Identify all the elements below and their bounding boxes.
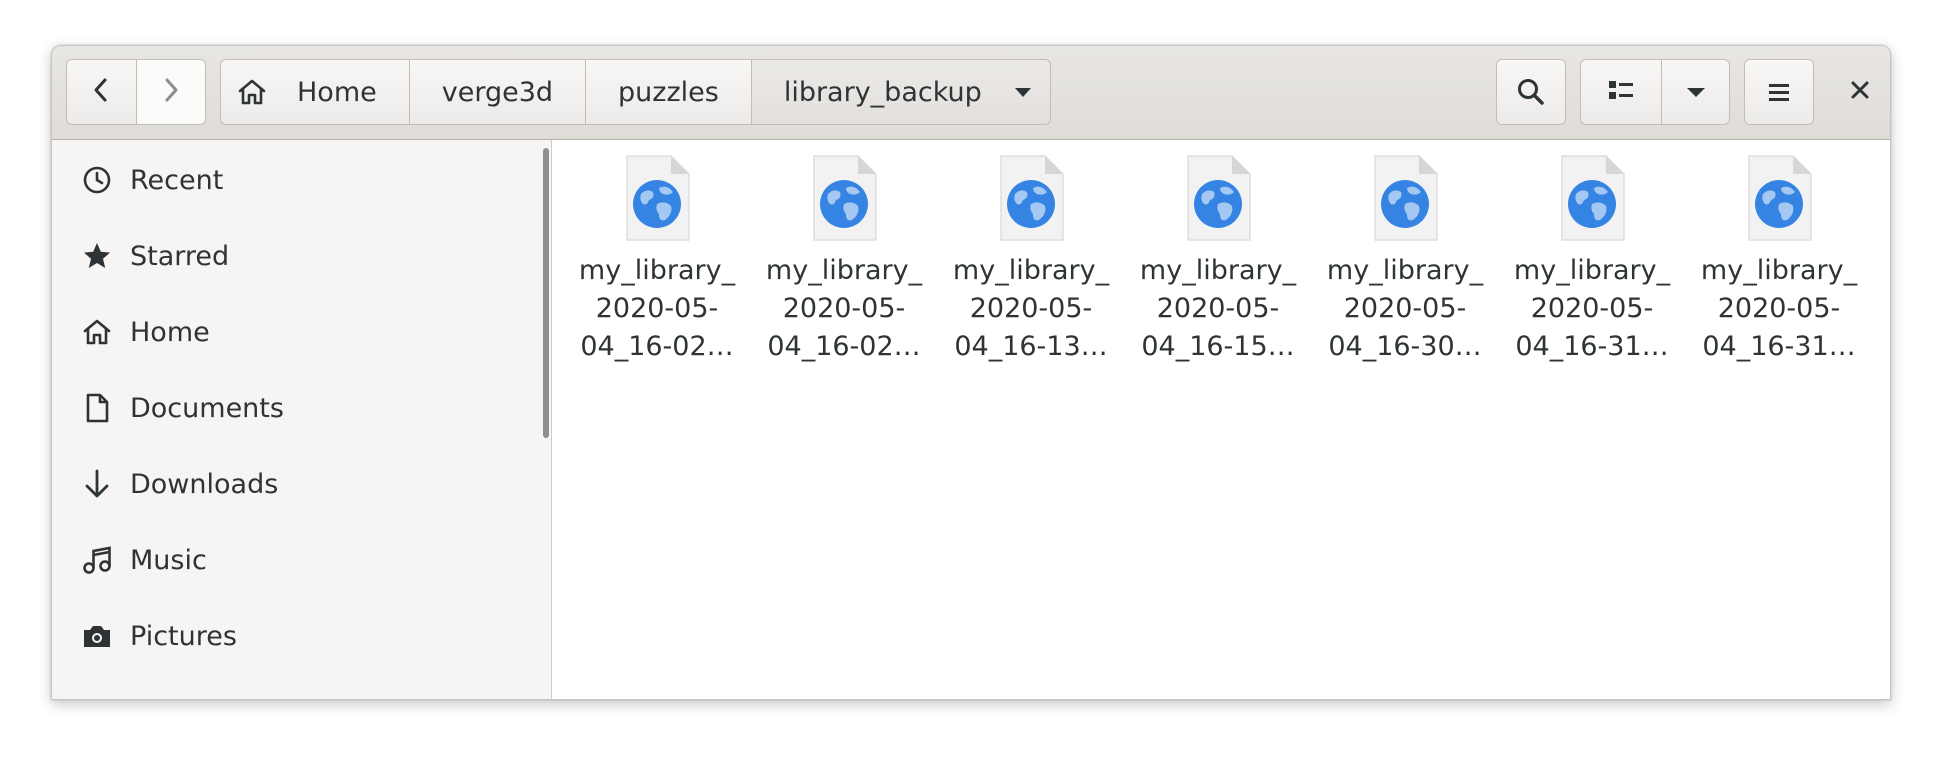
html-globe-file-icon — [1365, 154, 1445, 244]
search-icon — [1516, 77, 1546, 107]
header-bar: Home verge3d puzzles library_backup — [52, 46, 1890, 140]
path-crumb-label: library_backup — [783, 76, 982, 108]
search-button[interactable] — [1496, 59, 1566, 125]
path-crumb-home[interactable]: Home — [220, 59, 410, 125]
home-icon — [237, 78, 267, 106]
html-globe-file-icon — [1178, 154, 1258, 244]
sidebar-scrollbar[interactable] — [543, 148, 549, 438]
music-note-icon — [82, 545, 112, 575]
file-name: my_library_ 2020-05- 04_16-02… — [578, 255, 736, 362]
star-icon — [82, 241, 112, 271]
file-name: my_library_ 2020-05- 04_16-31… — [1513, 255, 1671, 362]
camera-icon — [82, 621, 112, 651]
html-globe-file-icon — [804, 154, 884, 244]
path-crumb-verge3d[interactable]: verge3d — [409, 59, 587, 125]
sidebar-item-starred[interactable]: Starred — [52, 226, 544, 286]
file-name: my_library_ 2020-05- 04_16-30… — [1326, 255, 1484, 362]
menu-button[interactable] — [1744, 59, 1814, 125]
sidebar-item-home[interactable]: Home — [52, 302, 544, 362]
home-icon — [82, 317, 112, 347]
html-globe-file-icon — [1739, 154, 1819, 244]
path-crumb-label: puzzles — [618, 76, 719, 108]
navigation-buttons — [66, 59, 206, 125]
close-icon — [1850, 80, 1870, 104]
sidebar-item-documents[interactable]: Documents — [52, 378, 544, 438]
sidebar-item-label: Pictures — [130, 620, 237, 652]
back-arrow-icon — [90, 77, 112, 107]
forward-arrow-icon — [160, 77, 182, 107]
path-crumb-library-backup[interactable]: library_backup — [751, 59, 1051, 125]
file-name: my_library_ 2020-05- 04_16-02… — [765, 255, 923, 362]
path-bar: Home verge3d puzzles library_backup — [220, 59, 1051, 125]
path-crumb-label: Home — [297, 76, 377, 108]
hamburger-menu-icon — [1767, 81, 1791, 103]
sidebar-item-label: Recent — [130, 164, 224, 196]
download-arrow-icon — [82, 469, 112, 499]
close-button[interactable] — [1842, 74, 1878, 110]
file-item-7[interactable]: my_library_ 2020-05- 04_16-31… — [1689, 154, 1869, 384]
sidebar-item-label: Home — [130, 316, 210, 348]
chevron-down-icon[interactable] — [1014, 86, 1032, 98]
sidebar-item-pictures[interactable]: Pictures — [52, 606, 544, 666]
file-icon-view: my_library_ 2020-05- 04_16-02… my_librar… — [553, 140, 1890, 699]
sidebar-item-downloads[interactable]: Downloads — [52, 454, 544, 514]
file-item-6[interactable]: my_library_ 2020-05- 04_16-31… — [1502, 154, 1682, 384]
document-icon — [82, 393, 112, 423]
view-toggle-group — [1580, 59, 1730, 125]
sidebar-item-label: Documents — [130, 392, 284, 424]
file-item-5[interactable]: my_library_ 2020-05- 04_16-30… — [1315, 154, 1495, 384]
sidebar-item-label: Starred — [130, 240, 230, 272]
html-globe-file-icon — [1552, 154, 1632, 244]
sidebar-item-label: Music — [130, 544, 207, 576]
clock-icon — [82, 165, 112, 195]
view-mode-button[interactable] — [1580, 59, 1662, 125]
file-item-2[interactable]: my_library_ 2020-05- 04_16-02… — [754, 154, 934, 384]
file-item-4[interactable]: my_library_ 2020-05- 04_16-15… — [1128, 154, 1308, 384]
sidebar-item-recent[interactable]: Recent — [52, 150, 544, 210]
path-crumb-label: verge3d — [441, 76, 554, 108]
path-crumb-puzzles[interactable]: puzzles — [586, 59, 752, 125]
file-name: my_library_ 2020-05- 04_16-13… — [952, 255, 1110, 362]
chevron-down-icon — [1686, 83, 1706, 102]
file-item-3[interactable]: my_library_ 2020-05- 04_16-13… — [941, 154, 1121, 384]
html-globe-file-icon — [617, 154, 697, 244]
file-manager-window: Home verge3d puzzles library_backup Rece… — [51, 45, 1891, 700]
sidebar: Recent Starred Home Documents Downloads — [52, 140, 552, 699]
list-view-icon — [1607, 78, 1635, 106]
back-button[interactable] — [66, 59, 137, 125]
file-name: my_library_ 2020-05- 04_16-31… — [1700, 255, 1858, 362]
file-name: my_library_ 2020-05- 04_16-15… — [1139, 255, 1297, 362]
file-item-1[interactable]: my_library_ 2020-05- 04_16-02… — [567, 154, 747, 384]
forward-button[interactable] — [136, 59, 206, 125]
view-options-button[interactable] — [1662, 59, 1730, 125]
sidebar-item-label: Downloads — [130, 468, 279, 500]
sidebar-item-music[interactable]: Music — [52, 530, 544, 590]
html-globe-file-icon — [991, 154, 1071, 244]
